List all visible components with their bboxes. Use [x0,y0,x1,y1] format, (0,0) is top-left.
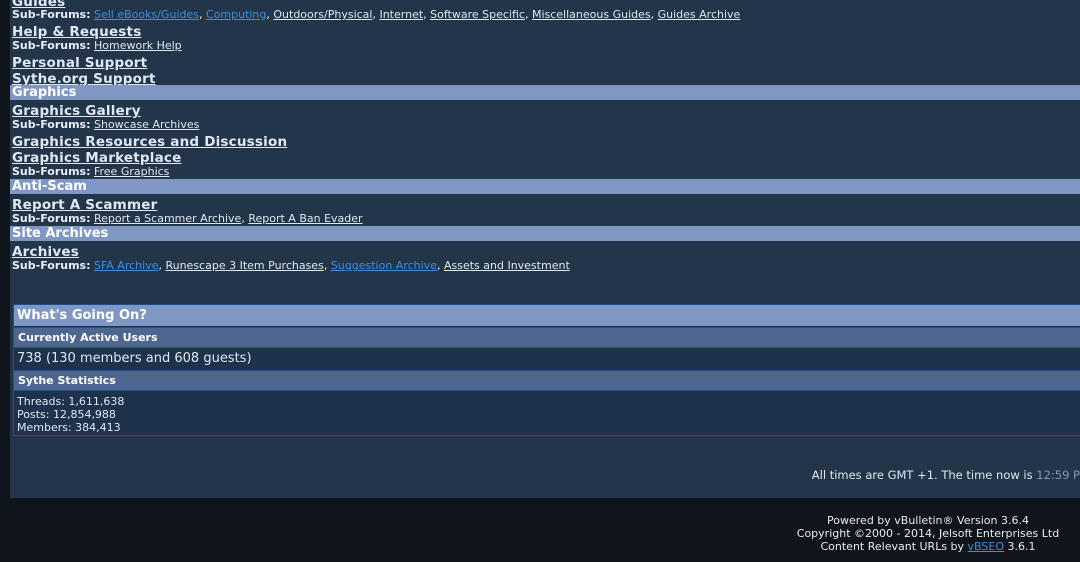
subforum-guides-archive[interactable]: Guides Archive [658,8,741,21]
statistics-header: Sythe Statistics [14,370,1080,391]
forum-graphics-marketplace-row: Graphics Marketplace [12,147,181,166]
category-anti-scam[interactable]: Anti-Scam [10,179,1080,194]
subforum-outdoors[interactable]: Outdoors/Physical [273,8,372,21]
time-value: 12:59 P [1036,468,1080,482]
active-users-header[interactable]: Currently Active Users [14,327,1080,348]
forum-report-scammer-link[interactable]: Report A Scammer [12,197,157,213]
forum-archives-row: Archives [12,241,79,260]
category-graphics[interactable]: Graphics [10,85,1080,100]
time-prefix: All times are GMT +1. The time now is [811,468,1033,482]
subforum-misc-guides[interactable]: Miscellaneous Guides [532,8,651,21]
statistics-body: Threads: 1,611,638 Posts: 12,854,988 Mem… [14,395,1080,434]
forum-help-link[interactable]: Help & Requests [12,24,141,40]
forum-graphics-gallery-row: Graphics Gallery [12,100,141,119]
help-subforums: Sub-Forums: Homework Help [12,39,182,52]
whats-going-on-panel: What's Going On? Currently Active Users … [13,304,1080,436]
forum-page: Guides Sub-Forums: Sell eBooks/Guides, C… [10,0,1080,498]
forum-graphics-gallery-link[interactable]: Graphics Gallery [12,103,141,119]
forum-graphics-marketplace-link[interactable]: Graphics Marketplace [12,150,181,166]
subforums-label: Sub-Forums: [12,118,91,131]
copyright: Copyright ©2000 - 2014, Jelsoft Enterpri… [796,527,1060,540]
report-scammer-subforums: Sub-Forums: Report a Scammer Archive, Re… [12,212,363,225]
subforum-internet[interactable]: Internet [379,8,423,21]
subforum-assets-investment[interactable]: Assets and Investment [444,259,570,272]
subforum-report-ban-evader[interactable]: Report A Ban Evader [248,212,362,225]
category-site-archives[interactable]: Site Archives [10,226,1080,241]
graphics-marketplace-subforums: Sub-Forums: Free Graphics [12,165,169,178]
seo-credit: Content Relevant URLs by vBSEO 3.6.1 [778,540,1078,553]
subforums-label: Sub-Forums: [12,259,91,272]
forum-help-row: Help & Requests [12,21,141,40]
subforum-showcase-archives[interactable]: Showcase Archives [94,118,199,131]
subforum-suggestion-archive[interactable]: Suggestion Archive [331,259,437,272]
subforum-homework-help[interactable]: Homework Help [94,39,182,52]
stat-threads: Threads: 1,611,638 [17,395,125,408]
footer: Powered by vBulletin® Version 3.6.4 Copy… [778,514,1078,553]
subforum-free-graphics[interactable]: Free Graphics [94,165,169,178]
server-time: All times are GMT +1. The time now is 12… [812,468,1080,482]
powered-by: Powered by vBulletin® Version 3.6.4 [827,514,1029,527]
subforums-label: Sub-Forums: [12,39,91,52]
guides-subforums: Sub-Forums: Sell eBooks/Guides, Computin… [12,8,741,21]
archives-subforums: Sub-Forums: SFA Archive, Runescape 3 Ite… [12,259,570,272]
forum-archives-link[interactable]: Archives [12,244,79,260]
stat-members: Members: 384,413 [17,421,121,434]
subforum-sfa-archive[interactable]: SFA Archive [94,259,158,272]
subforum-rs3-item-purchases[interactable]: Runescape 3 Item Purchases [165,259,323,272]
subforum-sell-ebooks[interactable]: Sell eBooks/Guides [94,8,199,21]
stat-posts: Posts: 12,854,988 [17,408,116,421]
active-users-count: 738 (130 members and 608 guests) [17,351,252,366]
subforum-software[interactable]: Software Specific [430,8,525,21]
subforum-report-scammer-archive[interactable]: Report a Scammer Archive [94,212,241,225]
whats-going-on-title[interactable]: What's Going On? [14,305,1080,326]
seo-prefix: Content Relevant URLs by [820,540,965,553]
subforum-computing[interactable]: Computing [206,8,266,21]
seo-version: 3.6.1 [1007,540,1036,553]
subforums-label: Sub-Forums: [12,165,91,178]
graphics-gallery-subforums: Sub-Forums: Showcase Archives [12,118,199,131]
vbseo-link[interactable]: vBSEO [968,540,1004,553]
subforums-label: Sub-Forums: [12,8,91,21]
forum-report-scammer-row: Report A Scammer [12,194,157,213]
subforums-label: Sub-Forums: [12,212,91,225]
